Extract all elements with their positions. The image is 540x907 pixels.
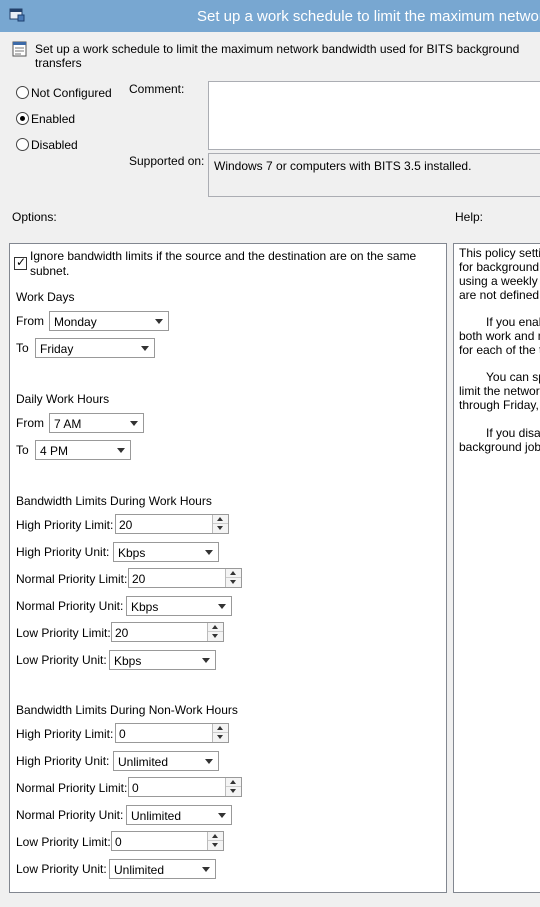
nonwork-low-unit-select[interactable]: Unlimited bbox=[109, 859, 216, 879]
enabled-radio[interactable] bbox=[16, 112, 29, 125]
chevron-down-icon bbox=[218, 604, 226, 609]
nonwork-limits-heading: Bandwidth Limits During Non-Work Hours bbox=[16, 703, 238, 717]
work-days-to-label: To bbox=[16, 341, 29, 355]
nonwork-low-unit-label: Low Priority Unit: bbox=[16, 862, 107, 876]
help-paragraph-3: limit the network through Friday, a bbox=[459, 384, 540, 412]
chevron-down-icon bbox=[141, 346, 149, 351]
spin-down-icon[interactable] bbox=[213, 733, 228, 742]
work-normal-unit-label: Normal Priority Unit: bbox=[16, 599, 124, 613]
title-bar: Set up a work schedule to limit the maxi… bbox=[0, 0, 540, 32]
options-label: Options: bbox=[12, 210, 57, 224]
work-hours-heading: Daily Work Hours bbox=[16, 392, 110, 406]
ignore-bandwidth-label-line2[interactable]: subnet. bbox=[30, 264, 69, 278]
help-paragraph-2: both work and nfor each of the th bbox=[459, 329, 540, 357]
work-limits-heading: Bandwidth Limits During Work Hours bbox=[16, 494, 212, 508]
work-normal-limit-spinner[interactable]: 20 bbox=[128, 568, 242, 588]
nonwork-high-unit-select[interactable]: Unlimited bbox=[113, 751, 219, 771]
spin-up-icon[interactable] bbox=[213, 515, 228, 524]
ignore-bandwidth-checkbox[interactable] bbox=[14, 255, 27, 270]
spin-up-icon[interactable] bbox=[226, 778, 241, 787]
help-paragraph-3-first-line: You can sp bbox=[486, 370, 540, 384]
nonwork-normal-limit-label: Normal Priority Limit: bbox=[16, 781, 128, 795]
policy-editor-icon bbox=[9, 8, 25, 22]
nonwork-low-limit-label: Low Priority Limit: bbox=[16, 835, 111, 849]
comment-label: Comment: bbox=[129, 82, 185, 96]
policy-setting-icon bbox=[12, 41, 27, 57]
ignore-bandwidth-label-line1[interactable]: Ignore bandwidth limits if the source an… bbox=[30, 249, 416, 263]
chevron-down-icon bbox=[155, 319, 163, 324]
work-hours-from-label: From bbox=[16, 416, 44, 430]
work-normal-unit-select[interactable]: Kbps bbox=[126, 596, 232, 616]
work-high-unit-select[interactable]: Kbps bbox=[113, 542, 219, 562]
nonwork-normal-limit-spinner[interactable]: 0 bbox=[128, 777, 242, 797]
work-hours-to-select[interactable]: 4 PM bbox=[35, 440, 131, 460]
work-days-from-select[interactable]: Monday bbox=[49, 311, 169, 331]
spin-down-icon[interactable] bbox=[208, 841, 223, 850]
spin-down-icon[interactable] bbox=[208, 632, 223, 641]
nonwork-normal-unit-select[interactable]: Unlimited bbox=[126, 805, 232, 825]
chevron-down-icon bbox=[202, 867, 210, 872]
help-paragraph-4-first-line: If you disab bbox=[486, 426, 540, 440]
work-high-limit-label: High Priority Limit: bbox=[16, 518, 114, 532]
work-low-unit-label: Low Priority Unit: bbox=[16, 653, 107, 667]
help-paragraph-4: background job t bbox=[459, 440, 540, 454]
spin-up-icon[interactable] bbox=[208, 832, 223, 841]
nonwork-low-limit-spinner[interactable]: 0 bbox=[111, 831, 224, 851]
policy-header-text: Set up a work schedule to limit the maxi… bbox=[35, 42, 520, 70]
supported-on-label: Supported on: bbox=[129, 154, 205, 168]
chevron-down-icon bbox=[202, 658, 210, 663]
work-low-unit-select[interactable]: Kbps bbox=[109, 650, 216, 670]
disabled-label[interactable]: Disabled bbox=[31, 138, 78, 152]
supported-on-value: Windows 7 or computers with BITS 3.5 ins… bbox=[214, 159, 472, 173]
window-title: Set up a work schedule to limit the maxi… bbox=[197, 8, 540, 25]
chevron-down-icon bbox=[117, 448, 125, 453]
work-high-unit-label: High Priority Unit: bbox=[16, 545, 110, 559]
disabled-radio[interactable] bbox=[16, 138, 29, 151]
chevron-down-icon bbox=[130, 421, 138, 426]
nonwork-high-limit-label: High Priority Limit: bbox=[16, 727, 114, 741]
supported-on-field: Windows 7 or computers with BITS 3.5 ins… bbox=[208, 153, 540, 197]
work-hours-from-select[interactable]: 7 AM bbox=[49, 413, 144, 433]
work-days-to-select[interactable]: Friday bbox=[35, 338, 155, 358]
spin-up-icon[interactable] bbox=[226, 569, 241, 578]
spin-down-icon[interactable] bbox=[226, 787, 241, 796]
chevron-down-icon bbox=[205, 759, 213, 764]
nonwork-high-limit-spinner[interactable]: 0 bbox=[115, 723, 229, 743]
spin-up-icon[interactable] bbox=[213, 724, 228, 733]
work-normal-limit-label: Normal Priority Limit: bbox=[16, 572, 128, 586]
chevron-down-icon bbox=[218, 813, 226, 818]
work-hours-to-label: To bbox=[16, 443, 29, 457]
nonwork-normal-unit-label: Normal Priority Unit: bbox=[16, 808, 124, 822]
nonwork-high-unit-label: High Priority Unit: bbox=[16, 754, 110, 768]
spin-down-icon[interactable] bbox=[213, 524, 228, 533]
spin-up-icon[interactable] bbox=[208, 623, 223, 632]
help-paragraph-2-first-line: If you enab bbox=[486, 315, 540, 329]
work-low-limit-label: Low Priority Limit: bbox=[16, 626, 111, 640]
enabled-label[interactable]: Enabled bbox=[31, 112, 75, 126]
work-low-limit-spinner[interactable]: 20 bbox=[111, 622, 224, 642]
spin-down-icon[interactable] bbox=[226, 578, 241, 587]
not-configured-radio[interactable] bbox=[16, 86, 29, 99]
help-paragraph-1: This policy settin for background t using … bbox=[459, 246, 540, 302]
comment-textarea[interactable] bbox=[208, 81, 540, 150]
chevron-down-icon bbox=[205, 550, 213, 555]
not-configured-label[interactable]: Not Configured bbox=[31, 86, 112, 100]
work-days-heading: Work Days bbox=[16, 290, 75, 304]
work-days-from-label: From bbox=[16, 314, 44, 328]
help-label: Help: bbox=[455, 210, 484, 224]
work-high-limit-spinner[interactable]: 20 bbox=[115, 514, 229, 534]
